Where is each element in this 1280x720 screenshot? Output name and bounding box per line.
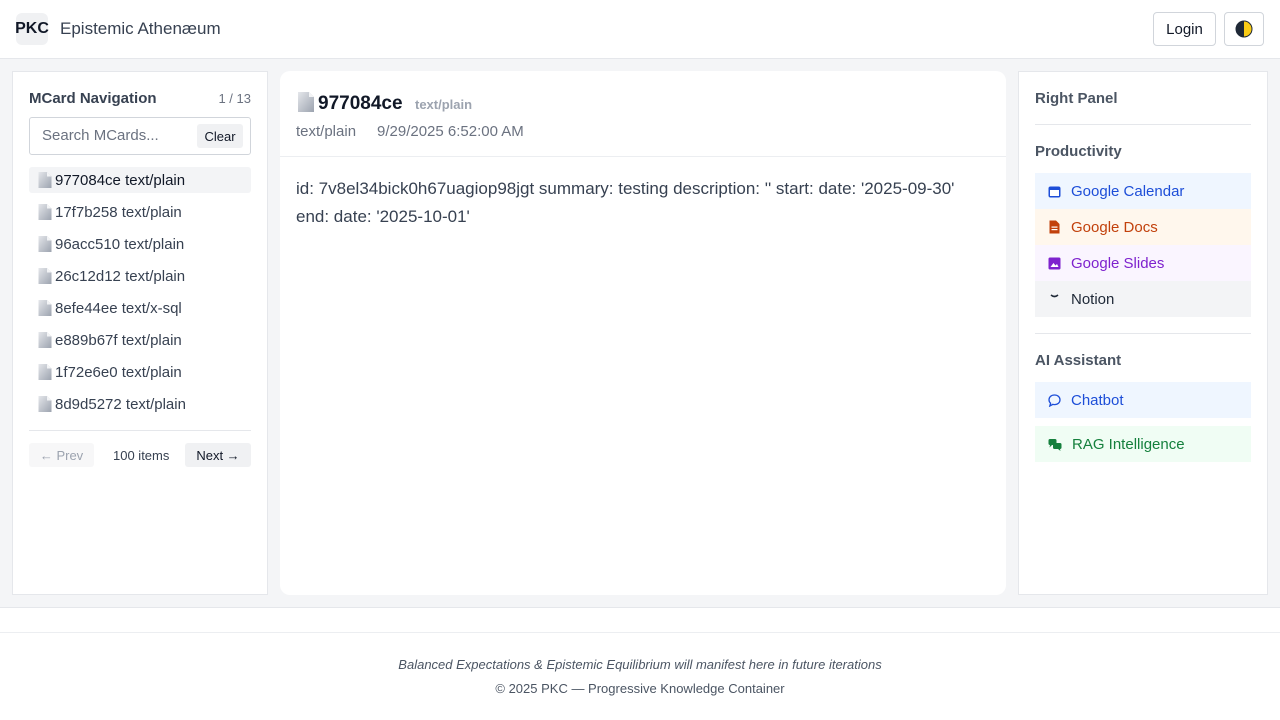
- mcard-list-item-label: 1f72e6e0 text/plain: [55, 363, 182, 381]
- mcard-list-item-label: 977084ce text/plain: [55, 171, 186, 189]
- nav-title: MCard Navigation: [29, 90, 157, 107]
- google-slides-link[interactable]: Google Slides: [1035, 245, 1251, 281]
- document-icon: [38, 204, 52, 220]
- document-icon: [38, 332, 52, 348]
- slides-icon: [1048, 257, 1061, 269]
- google-calendar-link[interactable]: Google Calendar: [1035, 173, 1251, 209]
- search-box: Clear: [29, 117, 251, 155]
- tool-label: Notion: [1071, 290, 1115, 308]
- app-title: Epistemic Athenæum: [60, 19, 221, 38]
- half-moon-icon: [1235, 20, 1253, 38]
- clear-button[interactable]: Clear: [197, 124, 243, 148]
- ai-assistant-title: AI Assistant: [1035, 352, 1122, 369]
- footer-copyright: © 2025 PKC — Progressive Knowledge Conta…: [495, 681, 785, 696]
- mcard-list-item-label: 26c12d12 text/plain: [55, 267, 186, 285]
- document-icon: [1049, 220, 1060, 234]
- mcard-list-item[interactable]: e889b67f text/plain: [29, 327, 251, 353]
- divider: [0, 632, 1280, 633]
- tool-label: RAG Intelligence: [1072, 435, 1185, 453]
- document-icon: [38, 396, 52, 412]
- app-footer: Balanced Expectations & Epistemic Equili…: [0, 607, 1280, 720]
- divider: [1035, 333, 1251, 334]
- tool-label: Google Calendar: [1071, 182, 1185, 200]
- mcard-list-item[interactable]: 17f7b258 text/plain: [29, 199, 251, 225]
- notion-link[interactable]: Notion: [1035, 281, 1251, 317]
- search-input[interactable]: [42, 127, 192, 144]
- mcard-list-item-label: 8d9d5272 text/plain: [55, 395, 186, 413]
- mcard-list-item-label: 17f7b258 text/plain: [55, 203, 182, 221]
- items-count: 100 items: [113, 448, 170, 463]
- divider: [280, 156, 1006, 157]
- rag-intelligence-link[interactable]: RAG Intelligence: [1035, 426, 1251, 462]
- document-icon: [38, 172, 52, 188]
- login-button[interactable]: Login: [1153, 12, 1216, 46]
- divider: [29, 430, 251, 431]
- tool-label: Chatbot: [1071, 391, 1124, 409]
- card-hash-title: 977084ce: [318, 93, 403, 114]
- tool-label: Google Slides: [1071, 254, 1165, 272]
- mcard-navigation-panel: MCard Navigation 1 / 13 Clear 977084ce t…: [12, 71, 268, 595]
- chat-bubble-icon: [1048, 393, 1061, 407]
- card-meta-type: text/plain: [296, 123, 357, 140]
- next-button[interactable]: Next →: [185, 443, 251, 467]
- mcard-list-item-label: 8efe44ee text/x-sql: [55, 299, 182, 317]
- mcard-list-item[interactable]: 1f72e6e0 text/plain: [29, 359, 251, 385]
- mcard-list-item[interactable]: 8d9d5272 text/plain: [29, 391, 251, 417]
- app-header: PKC Epistemic Athenæum Login: [0, 0, 1280, 59]
- mcard-detail-panel: 977084ce text/plain text/plain 9/29/2025…: [280, 71, 1006, 595]
- productivity-title: Productivity: [1035, 143, 1122, 160]
- mcard-list-item[interactable]: 8efe44ee text/x-sql: [29, 295, 251, 321]
- divider: [1035, 124, 1251, 125]
- page-indicator: 1 / 13: [218, 91, 251, 106]
- google-docs-link[interactable]: Google Docs: [1035, 209, 1251, 245]
- mcard-list: 977084ce text/plain 17f7b258 text/plain 96…: [29, 167, 251, 423]
- right-panel-title: Right Panel: [1035, 90, 1118, 107]
- notion-icon: [1050, 293, 1059, 297]
- card-content: id: 7v8el34bick0h67uagiop98jgt summary: …: [296, 179, 955, 226]
- calendar-icon: [1048, 186, 1061, 197]
- mcard-list-item-label: e889b67f text/plain: [55, 331, 182, 349]
- prev-button[interactable]: ← Prev: [29, 443, 94, 467]
- mcard-list-item-label: 96acc510 text/plain: [55, 235, 185, 253]
- theme-toggle-button[interactable]: [1224, 12, 1264, 46]
- footer-quote: Balanced Expectations & Epistemic Equili…: [398, 657, 882, 672]
- chat-bubbles-icon: [1048, 438, 1062, 451]
- content-type-badge: text/plain: [415, 97, 473, 112]
- document-icon: [38, 236, 52, 252]
- chatbot-link[interactable]: Chatbot: [1035, 382, 1251, 418]
- document-icon: [38, 300, 52, 316]
- mcard-list-item[interactable]: 26c12d12 text/plain: [29, 263, 251, 289]
- mcard-list-item[interactable]: 977084ce text/plain: [29, 167, 251, 193]
- document-icon: [38, 364, 52, 380]
- document-icon: [38, 268, 52, 284]
- document-icon: [298, 92, 314, 112]
- card-meta-date: 9/29/2025 6:52:00 AM: [377, 123, 524, 140]
- mcard-list-item[interactable]: 96acc510 text/plain: [29, 231, 251, 257]
- app-logo[interactable]: PKC: [15, 13, 49, 45]
- right-panel: Right Panel Productivity Google Calendar…: [1018, 71, 1268, 595]
- tool-label: Google Docs: [1071, 218, 1158, 236]
